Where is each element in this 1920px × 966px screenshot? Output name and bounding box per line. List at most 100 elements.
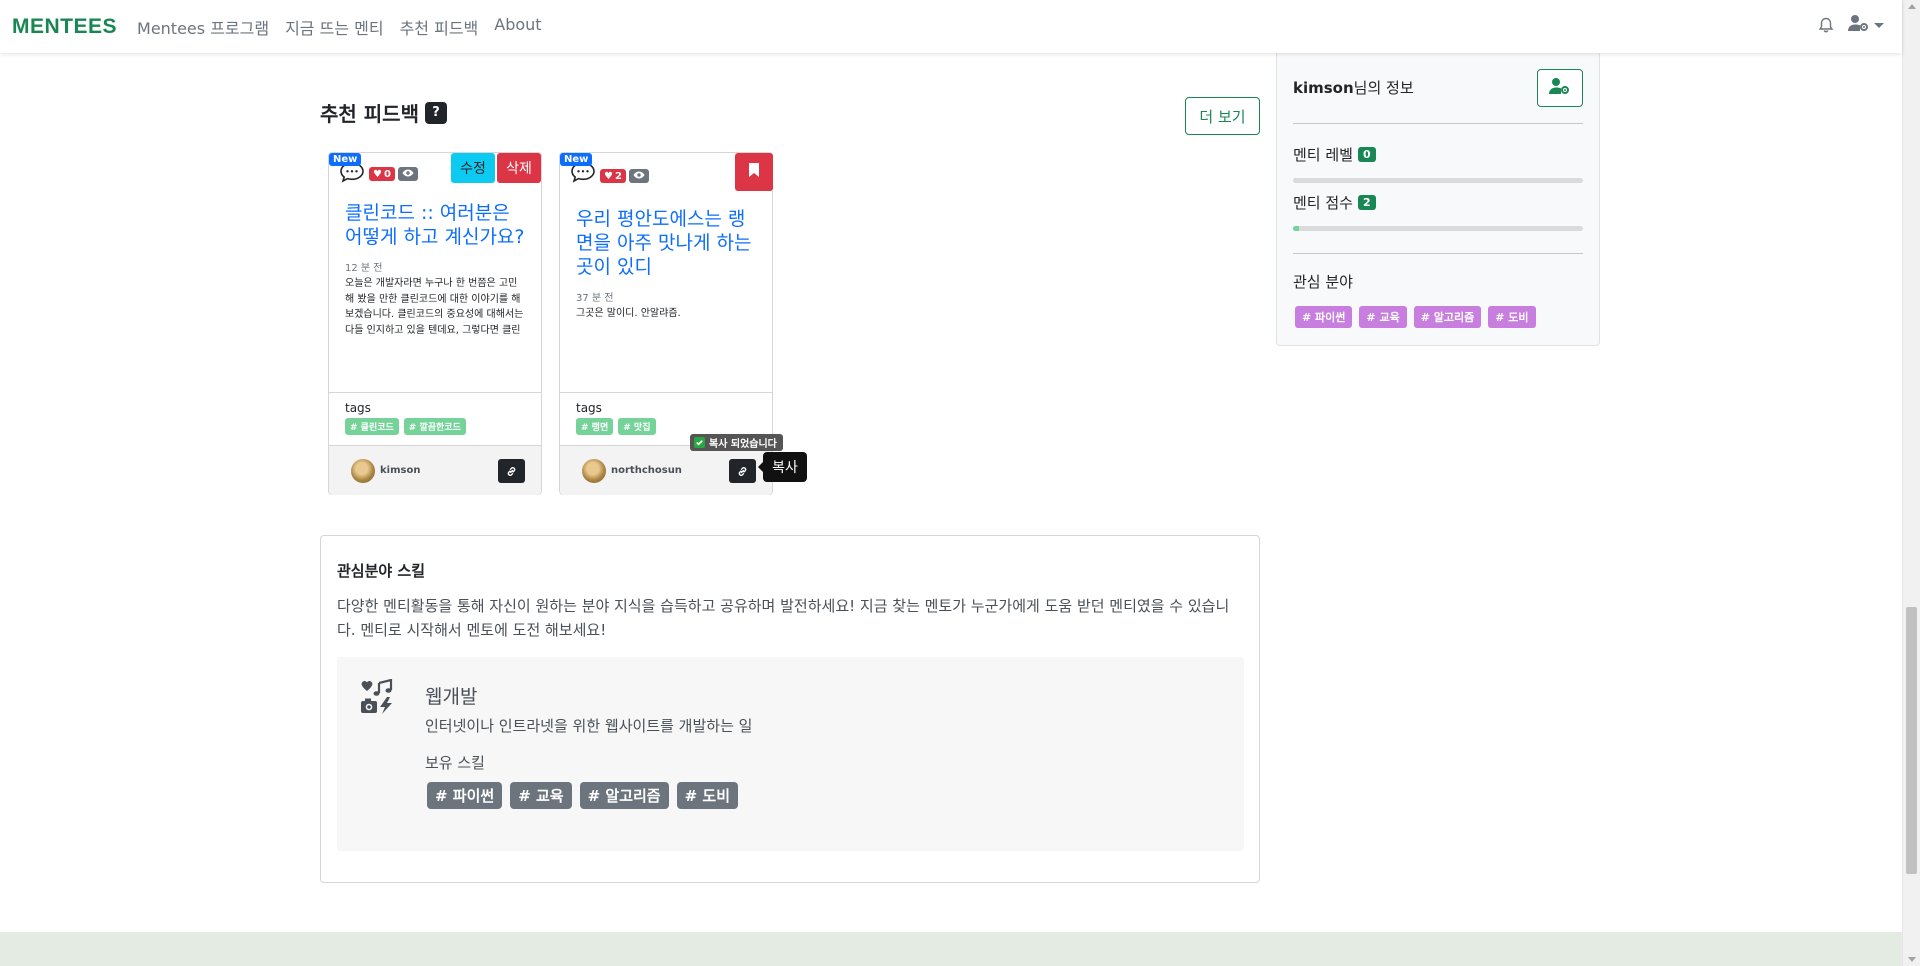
bookmark-button[interactable] [735,153,773,191]
user-settings-button[interactable] [1537,69,1583,107]
scroll-down-arrow[interactable] [1908,957,1916,962]
scroll-up-arrow[interactable] [1908,4,1916,9]
score-progress [1293,226,1583,231]
card-time: 37 분 전 [576,293,614,304]
avatar [351,458,375,483]
skills-description: 다양한 멘티활동을 통해 자신이 원하는 분야 지식을 습득하고 공유하며 발전… [337,597,1230,639]
skill-subtitle: 인터넷이나 인트라넷을 위한 웹사이트를 개발하는 일 [425,717,753,735]
nav-link-trending[interactable]: 지금 뜨는 멘티 [277,15,392,39]
sidebar-title-suffix: 님의 정보 [1353,79,1414,97]
nav-right [1818,14,1884,36]
interest-skills-section: 관심분야 스킬 다양한 멘티활동을 통해 자신이 원하는 분야 지식을 습득하고… [320,535,1260,883]
web-dev-icon [359,678,395,719]
interest-tag[interactable]: # 파이썬 [1295,306,1353,328]
author-name[interactable]: kimson [380,465,420,476]
score-badge: 2 [1357,195,1376,210]
nav-link-program[interactable]: Mentees 프로그램 [129,15,277,39]
chevron-down-icon [1874,22,1884,28]
skill-tag[interactable]: # 교육 [510,782,572,809]
sidebar-divider [1293,123,1583,124]
avatar [582,458,606,483]
copy-tooltip: 복사 [758,452,807,482]
card-stats: ♥ 2 [600,169,649,183]
tag-badge[interactable]: # 깔끔한코드 [403,418,466,435]
copied-toast: 복사 되었습니다 [690,434,783,451]
tag-row: # 랭면 # 맛집 [576,418,756,435]
nav-links: Mentees 프로그램 지금 뜨는 멘티 추천 피드백 About [129,15,550,39]
like-count: 2 [614,170,622,182]
skill-name: 웹개발 [425,686,478,708]
new-badge: New [560,153,593,166]
skill-panel: 웹개발 인터넷이나 인트라넷을 위한 웹사이트를 개발하는 일 보유 스킬 # … [337,657,1244,851]
feedback-title-text: 추천 피드백 [320,102,419,126]
interest-label: 관심 분야 [1293,273,1353,291]
card-tags: tags # 클린코드 # 깔끔한코드 [329,392,541,445]
nav-link-about[interactable]: About [486,15,549,39]
card-title-link[interactable]: 클린코드 :: 여러분은 어떻게 하고 계신가요? [329,201,541,249]
skill-tag[interactable]: # 도비 [676,782,739,809]
page-scrollbar[interactable] [1902,0,1920,966]
more-button[interactable]: 더 보기 [1185,97,1260,135]
top-navbar: MENTEES Mentees 프로그램 지금 뜨는 멘티 추천 피드백 Abo… [0,0,1902,53]
card-header: New ♥ 2 [560,153,773,191]
tags-label: tags [345,401,371,415]
sidebar-username: kimson [1293,79,1354,97]
copy-link-button[interactable] [498,459,525,483]
level-progress [1293,178,1583,183]
card-author: northchosun [560,445,772,495]
footer [0,932,1902,966]
interest-tag[interactable]: # 알고리즘 [1413,306,1482,328]
mentee-score-row: 멘티 점수 2 [1293,192,1376,213]
level-badge: 0 [1357,147,1376,162]
tag-badge[interactable]: # 랭면 [576,418,614,435]
card-text: 오늘은 개발자라면 누구나 한 번쯤은 고민해 봤을 만한 클린코드에 대한 이… [345,278,524,336]
card-time: 12 분 전 [345,263,383,274]
scroll-thumb[interactable] [1906,607,1917,874]
user-gear-icon [1848,14,1870,36]
tag-badge[interactable]: # 클린코드 [345,418,399,435]
copy-link-button[interactable] [729,459,756,483]
view-badge [397,167,418,181]
skills-title: 관심분야 스킬 [337,562,426,580]
author-name[interactable]: northchosun [611,465,682,476]
feedback-card: New ♥ 0 수정 삭제 클린코드 :: 여러분은 어떻게 하고 계신가요? … [328,152,542,495]
eye-icon [402,169,414,180]
interest-tag[interactable]: # 교육 [1359,306,1407,328]
heart-icon: ♥ [604,170,613,182]
delete-button[interactable]: 삭제 [497,153,541,183]
brand-logo[interactable]: MENTEES [12,15,117,39]
like-badge[interactable]: ♥ 0 [369,167,395,181]
user-gear-icon [1549,77,1571,99]
user-menu-dropdown[interactable] [1848,14,1884,36]
help-badge[interactable]: ? [424,101,447,124]
copied-toast-text: 복사 되었습니다 [709,439,777,450]
card-text: 그곳은 말이디. 안알랴즘. [576,308,681,319]
skill-tag[interactable]: # 파이썬 [427,782,503,809]
heart-icon: ♥ [373,168,382,180]
sidebar-divider [1293,253,1583,254]
nav-link-feedback[interactable]: 추천 피드백 [392,15,487,39]
eye-icon [633,171,645,182]
tags-label: tags [576,401,602,415]
card-header: New ♥ 0 수정 삭제 [329,153,541,191]
card-title-link[interactable]: 우리 평안도에스는 랭면을 아주 맛나게 하는 곳이 있디 [560,207,772,279]
edit-button[interactable]: 수정 [451,153,495,183]
feedback-section-title: 추천 피드백 ? [320,98,447,127]
mentee-level-row: 멘티 레벨 0 [1293,144,1376,165]
level-label: 멘티 레벨 [1293,146,1353,164]
bell-icon[interactable] [1818,17,1834,34]
score-progress-fill [1293,226,1299,231]
new-badge: New [329,153,362,166]
link-icon [506,462,517,481]
interest-tag[interactable]: # 도비 [1488,306,1536,328]
card-author: kimson [329,445,541,495]
bookmark-icon [748,162,760,182]
like-count: 0 [383,168,391,180]
owned-skill-tags: # 파이썬 # 교육 # 알고리즘 # 도비 [427,782,739,809]
tag-badge[interactable]: # 맛집 [618,418,656,435]
view-badge [628,169,649,183]
skill-tag[interactable]: # 알고리즘 [579,782,669,809]
owned-skills-label: 보유 스킬 [425,754,485,772]
card-stats: ♥ 0 [369,167,418,181]
like-badge[interactable]: ♥ 2 [600,169,626,183]
